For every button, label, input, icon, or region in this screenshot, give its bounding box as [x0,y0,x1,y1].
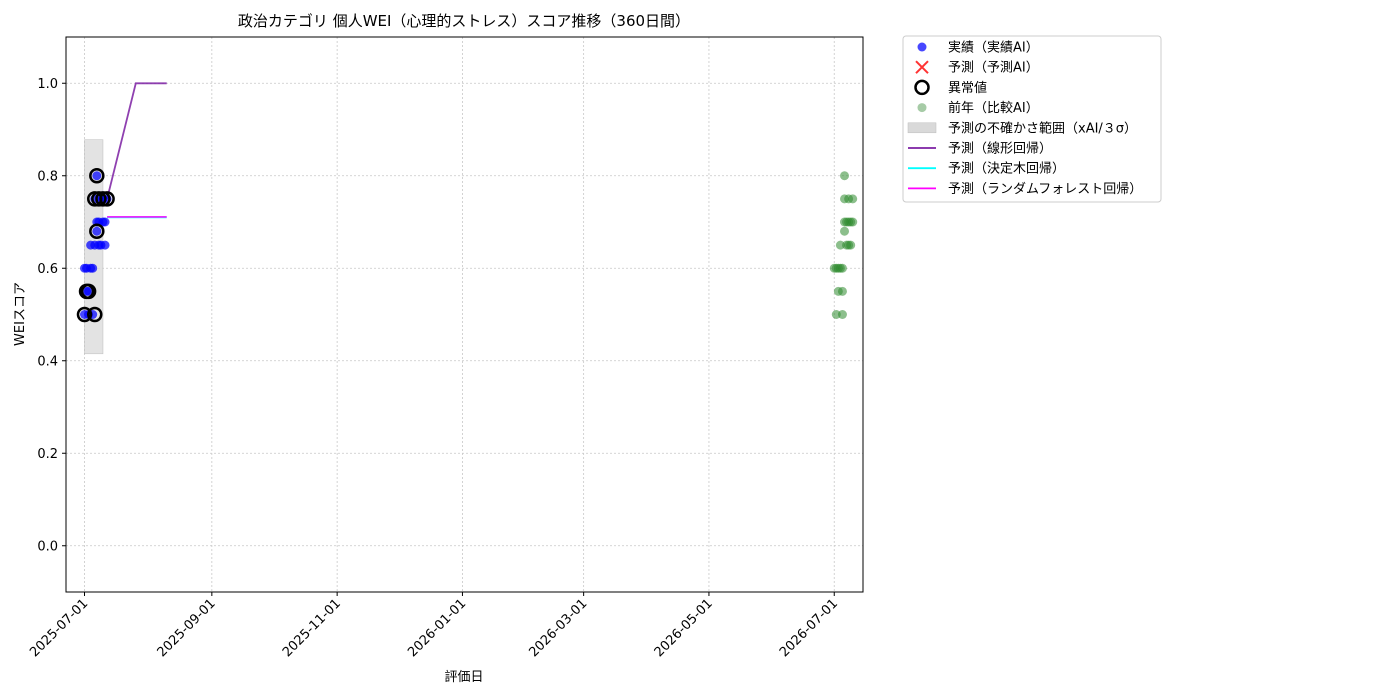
x-tick-label: 2026-05-01 [652,596,716,660]
legend-label: 異常値 [948,80,987,96]
y-tick-label: 0.8 [37,169,58,184]
grid-layer [66,37,863,592]
legend-marker [917,103,927,113]
x-axis-title: 評価日 [444,670,483,685]
previous-year-point [848,194,858,204]
actual-point [100,217,110,227]
x-tick-label: 2026-03-01 [526,596,590,660]
legend-label: 予測の不確かさ範囲（xAI/３σ） [948,120,1137,136]
legend-label: 予測（線形回帰） [948,141,1052,157]
legend-label: 予測（ランダムフォレスト回帰） [948,181,1142,197]
previous-year-point [846,240,856,250]
legend-label: 予測（予測AI） [948,61,1039,76]
x-tick-label: 2025-07-01 [27,596,91,660]
previous-year-point [848,217,858,227]
previous-year-point [837,263,847,273]
actual-point [100,240,110,250]
tick-layer: 2025-07-01 2025-09-01 2025-11-01 2026-01-01… [27,77,841,661]
wei-chart: 政治カテゴリ 個人WEI（心理的ストレス）スコア推移（360日間） 2025-0… [13,12,1162,685]
actual-point [88,263,98,273]
data-point-layer [76,168,858,323]
y-tick-label: 0.6 [37,262,58,277]
legend-marker [917,42,927,52]
x-tick-label: 2025-09-01 [155,596,219,660]
y-axis-title: WEIスコア [13,282,28,346]
previous-year-point [837,310,847,319]
previous-year-point [837,286,847,296]
legend-label: 予測（決定木回帰） [948,161,1065,177]
actual-point [92,226,102,236]
legend: 実績（実績AI） 予測（予測AI） 異常値前年（比較AI） 予測の不確かさ範囲（xAI… [902,35,1162,203]
actual-point [92,171,102,181]
x-tick-label: 2025-11-01 [280,596,344,660]
y-tick-label: 0.2 [37,447,58,462]
y-tick-label: 0.4 [37,354,58,369]
regression-line [106,82,167,200]
previous-year-point [840,226,850,236]
plot-area-frame [65,36,864,593]
legend-marker [907,122,937,134]
regression-line-layer [106,82,167,219]
legend-label: 実績（実績AI） [948,40,1039,56]
y-tick-label: 0.0 [37,539,58,554]
legend-label: 前年（比較AI） [948,100,1039,116]
chart-title: 政治カテゴリ 個人WEI（心理的ストレス）スコア推移（360日間） [238,12,690,30]
x-tick-label: 2026-01-01 [405,596,469,660]
y-tick-label: 1.0 [37,77,58,92]
x-tick-label: 2026-07-01 [777,596,841,660]
previous-year-point [840,171,850,181]
